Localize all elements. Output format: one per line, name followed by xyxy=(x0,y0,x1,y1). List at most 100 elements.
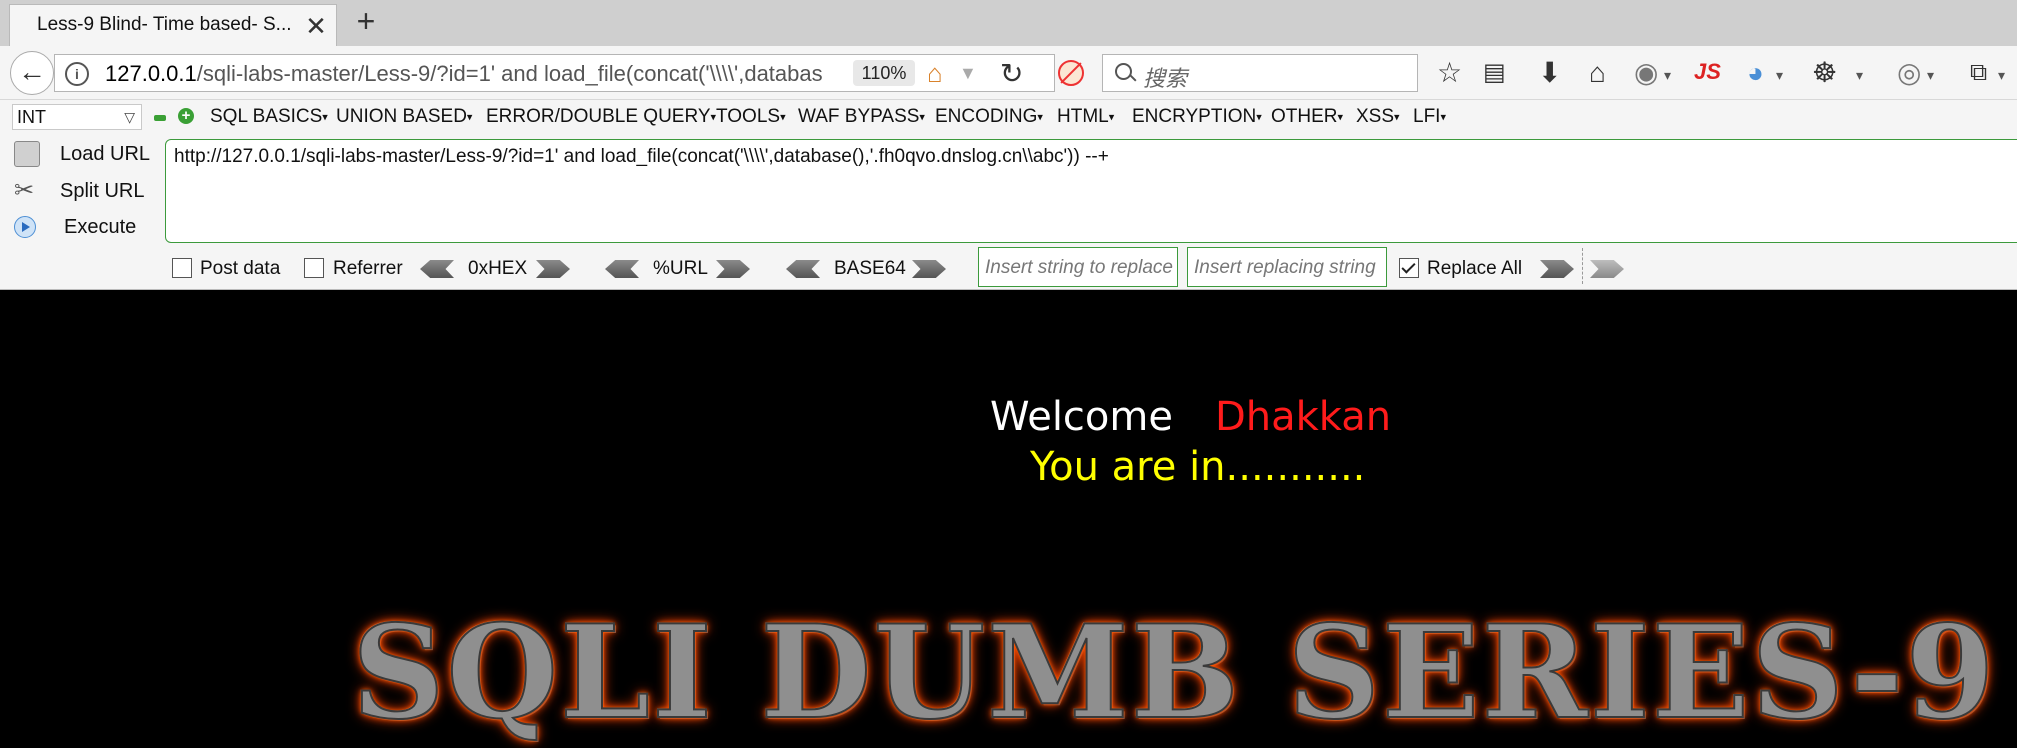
menu-encoding[interactable]: ENCODING▾ xyxy=(935,106,1043,128)
addon-icon[interactable]: ◕ xyxy=(1747,56,1764,90)
base64-label: BASE64 xyxy=(834,258,906,279)
tab-title: Less-9 Blind- Time based- S... xyxy=(37,14,292,35)
caret-icon: ▾ xyxy=(1256,111,1262,124)
minus-icon[interactable] xyxy=(154,115,166,121)
info-icon[interactable]: i xyxy=(65,62,89,86)
tab-strip: Less-9 Blind- Time based- S... ✕ + xyxy=(0,0,2017,46)
menu-label: ENCRYPTION xyxy=(1132,106,1257,127)
close-tab-icon[interactable]: ✕ xyxy=(301,11,331,41)
js-switch-icon[interactable]: JS xyxy=(1694,59,1721,85)
caret-icon: ▾ xyxy=(780,111,786,124)
addon-dropdown-icon[interactable]: ▾ xyxy=(1776,58,1783,92)
mask-icon[interactable]: ◎ xyxy=(1897,56,1921,90)
reading-list-icon[interactable]: ▤ xyxy=(1483,56,1506,90)
url-encode-arrow-icon[interactable] xyxy=(716,260,750,278)
download-icon[interactable]: ⬇ xyxy=(1538,56,1561,90)
menu-tools[interactable]: TOOLS▾ xyxy=(716,106,786,128)
palette-icon[interactable]: ☸ xyxy=(1812,56,1837,90)
replacing-string-input[interactable]: Insert replacing string xyxy=(1187,247,1387,287)
menu-xss[interactable]: XSS▾ xyxy=(1356,106,1400,128)
caret-icon: ▾ xyxy=(1337,111,1344,124)
hackbar-url-textarea[interactable]: http://127.0.0.1/sqli-labs-master/Less-9… xyxy=(165,139,2017,243)
menu-label: HTML xyxy=(1057,106,1109,127)
replace-next-arrow-icon[interactable] xyxy=(1590,260,1624,278)
hackbar-panel: Load URL ✂ Split URL Execute http://127.… xyxy=(0,136,2017,290)
welcome-text: Welcome xyxy=(990,394,1173,440)
menu-waf-bypass[interactable]: WAF BYPASS▾ xyxy=(798,106,925,128)
caret-icon: ▾ xyxy=(466,111,473,124)
url-decode-arrow-icon[interactable] xyxy=(605,260,639,278)
palette-dropdown-icon[interactable]: ▾ xyxy=(1856,58,1863,92)
menu-union-based[interactable]: UNION BASED▾ xyxy=(336,106,472,128)
home-icon-small[interactable]: ⌂ xyxy=(927,58,943,89)
reload-icon[interactable]: ↻ xyxy=(1000,57,1023,90)
post-data-label: Post data xyxy=(200,258,281,279)
execute-label: Execute xyxy=(64,216,137,238)
overflow-dropdown-icon[interactable]: ▾ xyxy=(1998,58,2005,92)
menu-sql-basics[interactable]: SQL BASICS▾ xyxy=(210,106,328,128)
replace-all-checkbox[interactable] xyxy=(1399,258,1419,278)
replace-string-input[interactable]: Insert string to replace xyxy=(978,247,1178,287)
menu-encryption[interactable]: ENCRYPTION▾ xyxy=(1132,106,1262,128)
scissors-icon: ✂ xyxy=(14,177,35,204)
home-icon[interactable]: ⌂ xyxy=(1589,56,1606,90)
menu-label: XSS xyxy=(1356,106,1395,127)
base64-decode-arrow-icon[interactable] xyxy=(786,260,820,278)
menu-other[interactable]: OTHER▾ xyxy=(1271,106,1343,128)
separator xyxy=(1582,248,1583,284)
menu-label: WAF BYPASS xyxy=(798,106,920,127)
caret-icon: ▾ xyxy=(919,111,925,124)
address-bar[interactable]: i 127.0.0.1/sqli-labs-master/Less-9/?id=… xyxy=(54,54,1055,92)
execute-button[interactable]: Execute xyxy=(14,212,164,244)
menu-label: LFI xyxy=(1413,106,1441,127)
dropdown-arrow-icon[interactable]: ▼ xyxy=(959,63,977,84)
menu-label: TOOLS xyxy=(716,106,781,127)
menu-html[interactable]: HTML▾ xyxy=(1057,106,1114,128)
caret-icon: ▾ xyxy=(1394,111,1400,124)
page-actions-icon[interactable]: ⧉ xyxy=(1970,56,1987,90)
hex-encode-arrow-icon[interactable] xyxy=(536,260,570,278)
zoom-level-badge[interactable]: 110% xyxy=(853,60,915,86)
load-url-button[interactable]: Load URL xyxy=(14,139,164,171)
chevron-down-icon: ▽ xyxy=(124,109,135,125)
search-bar[interactable]: 搜索 xyxy=(1102,54,1418,92)
referrer-checkbox[interactable] xyxy=(304,258,324,278)
caret-icon: ▾ xyxy=(1440,111,1446,124)
browser-tab[interactable]: Less-9 Blind- Time based- S... ✕ xyxy=(9,4,337,46)
hex-decode-arrow-icon[interactable] xyxy=(420,260,454,278)
hackbar-menu: INT ▽ + SQL BASICS▾ UNION BASED▾ ERROR/D… xyxy=(0,100,2017,136)
caret-icon: ▾ xyxy=(322,111,328,124)
referrer-label: Referrer xyxy=(333,258,403,279)
bookmark-star-icon[interactable]: ☆ xyxy=(1437,56,1462,90)
status-message: You are in........... xyxy=(1030,444,1366,490)
url-path: /sqli-labs-master/Less-9/?id=1' and load… xyxy=(196,61,823,86)
int-select[interactable]: INT ▽ xyxy=(12,104,142,130)
url-text[interactable]: 127.0.0.1/sqli-labs-master/Less-9/?id=1'… xyxy=(105,61,875,87)
post-data-checkbox[interactable] xyxy=(172,258,192,278)
series-banner-logo: SQLI DUMB SERIES-9 xyxy=(351,597,1997,748)
search-icon xyxy=(1115,63,1132,80)
globe-icon[interactable]: ◉ xyxy=(1634,56,1658,90)
back-button[interactable]: ← xyxy=(10,51,54,95)
menu-lfi[interactable]: LFI▾ xyxy=(1413,106,1446,128)
menu-error-double-query[interactable]: ERROR/DOUBLE QUERY▾ xyxy=(486,106,716,128)
mask-dropdown-icon[interactable]: ▾ xyxy=(1927,58,1934,92)
menu-label: ERROR/DOUBLE QUERY xyxy=(486,106,711,127)
url-encode-label: %URL xyxy=(653,258,708,279)
hackbar-url-value: http://127.0.0.1/sqli-labs-master/Less-9… xyxy=(174,146,1109,167)
menu-label: OTHER xyxy=(1271,106,1338,127)
base64-encode-arrow-icon[interactable] xyxy=(912,260,946,278)
noscript-icon[interactable] xyxy=(1058,60,1084,86)
globe-dropdown-icon[interactable]: ▾ xyxy=(1664,58,1671,92)
caret-icon: ▾ xyxy=(1037,111,1043,124)
navigation-toolbar: ← i 127.0.0.1/sqli-labs-master/Less-9/?i… xyxy=(0,46,2017,100)
replace-arrow-icon[interactable] xyxy=(1540,260,1574,278)
hex-label: 0xHEX xyxy=(468,258,528,279)
load-url-label: Load URL xyxy=(60,143,151,165)
new-tab-button[interactable]: + xyxy=(350,5,382,38)
caret-icon: ▾ xyxy=(1108,111,1115,124)
split-url-button[interactable]: ✂ Split URL xyxy=(14,176,164,208)
user-name: Dhakkan xyxy=(1214,394,1392,440)
page-content: Welcome Dhakkan You are in........... SQL… xyxy=(0,290,2017,748)
plus-icon[interactable]: + xyxy=(178,108,194,124)
